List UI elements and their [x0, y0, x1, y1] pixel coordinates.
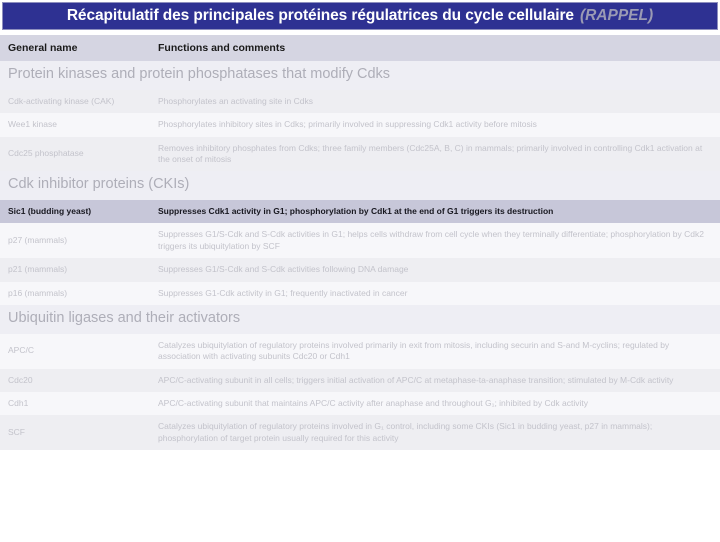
cell-general-name: Cdc20 [0, 368, 148, 392]
cell-general-name: Cdk-activating kinase (CAK) [0, 89, 148, 114]
table-row: Sic1 (budding yeast) Suppresses Cdk1 acti… [0, 199, 720, 224]
section-header-row: Cdk inhibitor proteins (CKIs) [0, 171, 720, 200]
cell-general-name: p27 (mammals) [0, 223, 148, 259]
cell-general-name: Wee1 kinase [0, 113, 148, 137]
cell-functions: Catalyzes ubiquitylation of regulatory p… [148, 333, 720, 369]
cell-general-name: SCF [0, 415, 148, 451]
protein-description: Catalyzes ubiquitylation of regulatory p… [158, 421, 653, 443]
table-row: Cdc20 APC/C-activating subunit in all cel… [0, 368, 720, 392]
column-header-general-name-label: General name [8, 42, 78, 54]
cell-general-name: Sic1 (budding yeast) [0, 199, 148, 224]
column-header-functions: Functions and comments [148, 35, 720, 62]
protein-description: Catalyzes ubiquitylation of regulatory p… [158, 339, 670, 362]
section-header-row: Ubiquitin ligases and their activators [0, 305, 720, 334]
table-row: Cdk-activating kinase (CAK) Phosphorylate… [0, 89, 720, 114]
protein-description: Phosphorylates an activating site in Cdk… [158, 95, 313, 106]
section-title: Protein kinases and protein phosphatases… [8, 66, 391, 83]
section-title: Ubiquitin ligases and their activators [8, 310, 241, 327]
cell-general-name: p21 (mammals) [0, 258, 148, 282]
cell-functions: APC/C-activating subunit that maintains … [148, 391, 720, 416]
protein-name: p21 (mammals) [8, 264, 68, 275]
protein-description: APC/C-activating subunit in all cells; t… [158, 374, 674, 385]
slide-title-bar: Récapitulatif des principales protéines … [2, 2, 718, 30]
cell-general-name: p16 (mammals) [0, 281, 148, 306]
page-title: Récapitulatif des principales protéines … [66, 7, 574, 24]
page-title-suffix: (RAPPEL) [579, 7, 654, 24]
protein-description: Phosphorylates inhibitory sites in Cdks;… [158, 119, 537, 130]
table-row: Cdh1 APC/C-activating subunit that mainta… [0, 391, 720, 416]
cell-functions: Suppresses G1/S-Cdk and S-Cdk activities… [148, 258, 720, 282]
section-header-cell: Cdk inhibitor proteins (CKIs) [0, 171, 720, 200]
cell-functions: Phosphorylates an activating site in Cdk… [148, 89, 720, 114]
protein-name: Wee1 kinase [8, 119, 57, 130]
cell-functions: APC/C-activating subunit in all cells; t… [148, 368, 720, 392]
protein-description: Removes inhibitory phosphates from Cdks;… [158, 142, 703, 164]
table-row: p27 (mammals) Suppresses G1/S-Cdk and S-C… [0, 223, 720, 259]
cell-functions: Suppresses G1/S-Cdk and S-Cdk activities… [148, 223, 720, 259]
protein-name: p16 (mammals) [8, 287, 68, 298]
section-header-cell: Protein kinases and protein phosphatases… [0, 61, 720, 90]
cell-general-name: Cdc25 phosphatase [0, 136, 148, 172]
protein-name: Cdk-activating kinase (CAK) [8, 95, 115, 106]
cell-general-name: Cdh1 [0, 391, 148, 416]
protein-description: Suppresses G1/S-Cdk and S-Cdk activities… [158, 264, 409, 275]
protein-description: Suppresses G1/S-Cdk and S-Cdk activities… [158, 229, 704, 251]
cell-functions: Removes inhibitory phosphates from Cdks;… [148, 136, 720, 172]
column-header-general-name: General name [0, 35, 148, 62]
protein-name: APC/C [8, 345, 34, 356]
protein-description: Suppresses Cdk1 activity in G1; phosphor… [158, 205, 554, 216]
slide-root: Récapitulatif des principales protéines … [0, 2, 720, 542]
table-row: Wee1 kinase Phosphorylates inhibitory sit… [0, 113, 720, 137]
protein-name: Cdh1 [8, 397, 29, 408]
cell-functions: Suppresses Cdk1 activity in G1; phosphor… [148, 199, 720, 224]
protein-name: Sic1 (budding yeast) [8, 205, 92, 216]
table-row: SCF Catalyzes ubiquitylation of regulator… [0, 415, 720, 451]
protein-description: Suppresses G1-Cdk activity in G1; freque… [158, 287, 408, 298]
protein-name: p27 (mammals) [8, 235, 68, 246]
table-row: p21 (mammals) Suppresses G1/S-Cdk and S-C… [0, 258, 720, 282]
protein-name: Cdc20 [8, 374, 33, 385]
protein-name: SCF [8, 427, 25, 438]
column-header-functions-label: Functions and comments [158, 42, 286, 54]
regulatory-proteins-table: General name Functions and comments Protei… [0, 35, 720, 451]
table-row: Cdc25 phosphatase Removes inhibitory phos… [0, 136, 720, 172]
cell-functions: Catalyzes ubiquitylation of regulatory p… [148, 415, 720, 451]
cell-general-name: APC/C [0, 333, 148, 369]
section-header-cell: Ubiquitin ligases and their activators [0, 305, 720, 334]
table-header-row: General name Functions and comments [0, 35, 720, 62]
protein-name: Cdc25 phosphatase [8, 148, 84, 159]
section-title: Cdk inhibitor proteins (CKIs) [8, 176, 190, 193]
cell-functions: Phosphorylates inhibitory sites in Cdks;… [148, 113, 720, 137]
section-header-row: Protein kinases and protein phosphatases… [0, 61, 720, 90]
protein-description: APC/C-activating subunit that maintains … [158, 397, 588, 408]
table-row: APC/C Catalyzes ubiquitylation of regulat… [0, 333, 720, 369]
table-body: General name Functions and comments Protei… [0, 35, 720, 451]
table-row: p16 (mammals) Suppresses G1-Cdk activity … [0, 281, 720, 306]
cell-functions: Suppresses G1-Cdk activity in G1; freque… [148, 281, 720, 306]
